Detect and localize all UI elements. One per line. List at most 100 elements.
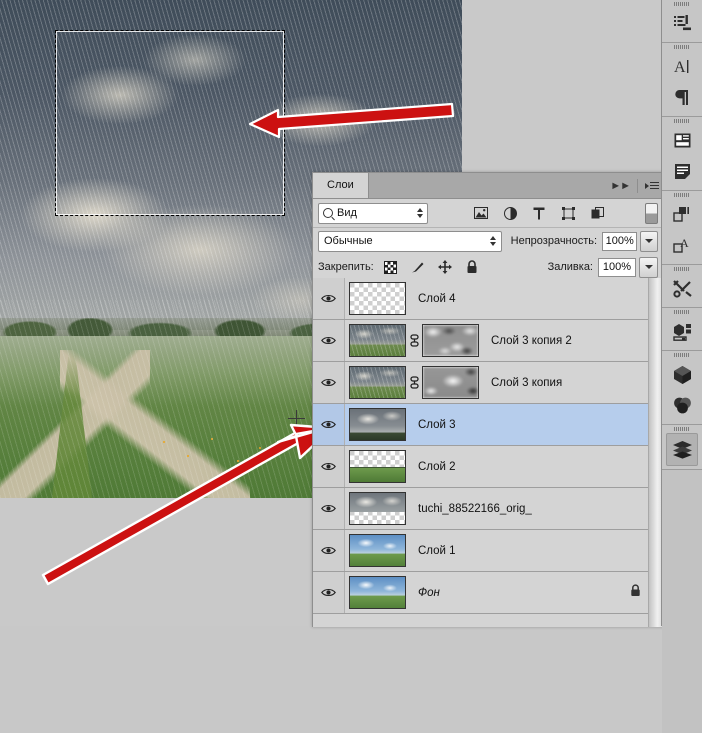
chevron-updown-icon[interactable]: [489, 236, 496, 246]
layer-thumbnails[interactable]: [349, 576, 406, 609]
layer-visibility-toggle[interactable]: [313, 530, 345, 571]
lock-all-icon[interactable]: [465, 260, 479, 274]
layer-row[interactable]: Слой 2: [313, 446, 663, 488]
dock-grip[interactable]: [662, 425, 702, 433]
filter-type-select[interactable]: Вид: [318, 202, 428, 224]
opacity-value[interactable]: 100%: [602, 231, 638, 251]
layer-thumbnails[interactable]: [349, 492, 406, 525]
histogram-icon[interactable]: [662, 8, 702, 39]
layer-list[interactable]: Слой 4 Слой 3 копия 2 Слой 3 копия Слой …: [313, 278, 663, 627]
tab-layers[interactable]: Слои: [313, 173, 369, 198]
layer-visibility-toggle[interactable]: [313, 278, 345, 319]
svg-text:A: A: [674, 59, 686, 76]
lock-position-icon[interactable]: [437, 260, 452, 274]
layer-thumbnails[interactable]: [349, 282, 406, 315]
shape-filter-icon[interactable]: [561, 206, 575, 220]
tool-presets-icon[interactable]: [662, 273, 702, 304]
layer-mask-thumbnail[interactable]: [422, 324, 479, 357]
layers-icon[interactable]: [666, 433, 698, 466]
notes-icon[interactable]: [662, 156, 702, 187]
double-arrow-right-icon[interactable]: ►►: [610, 180, 631, 192]
channels-icon[interactable]: [662, 390, 702, 421]
image-filter-icon[interactable]: [474, 206, 488, 220]
layer-thumbnail[interactable]: [349, 324, 406, 357]
layer-visibility-toggle[interactable]: [313, 320, 345, 361]
3d-icon[interactable]: [662, 316, 702, 347]
opacity-label: Непрозрачность:: [510, 235, 598, 247]
layer-name[interactable]: Фон: [418, 587, 440, 599]
panel-menu-icon[interactable]: [645, 182, 659, 189]
eye-icon: [321, 588, 336, 597]
layer-thumbnail[interactable]: [349, 492, 406, 525]
layer-row[interactable]: Слой 4: [313, 278, 663, 320]
panel-tab-tools: ►►: [610, 173, 659, 198]
layers-panel[interactable]: Слои ►► Вид Обычные Непрозрачность: 100%…: [312, 172, 664, 627]
layer-row[interactable]: Фон: [313, 572, 663, 614]
blend-mode-select[interactable]: Обычные: [318, 230, 502, 252]
blend-mode-row: Обычные Непрозрачность: 100%: [313, 228, 663, 254]
layer-name[interactable]: Слой 2: [418, 461, 456, 473]
dock-grip[interactable]: [662, 0, 702, 8]
layer-thumbnail[interactable]: [349, 576, 406, 609]
layer-thumbnail[interactable]: [349, 450, 406, 483]
layer-thumbnail[interactable]: [349, 534, 406, 567]
type-filter-icon[interactable]: [532, 206, 546, 220]
layer-thumbnails[interactable]: [349, 408, 406, 441]
layer-mask-link-icon[interactable]: [406, 334, 422, 347]
layer-thumbnails[interactable]: [349, 324, 479, 357]
layer-visibility-toggle[interactable]: [313, 446, 345, 487]
layer-mask-thumbnail[interactable]: [422, 366, 479, 399]
eye-icon: [321, 546, 336, 555]
layer-name[interactable]: Слой 3: [418, 419, 456, 431]
styles-icon[interactable]: [662, 125, 702, 156]
layer-visibility-toggle[interactable]: [313, 404, 345, 445]
fill-dropdown-button[interactable]: [639, 256, 658, 278]
dock-grip[interactable]: [662, 43, 702, 51]
layer-thumbnails[interactable]: [349, 534, 406, 567]
dock-grip[interactable]: [662, 351, 702, 359]
paragraph-styles-icon[interactable]: A: [662, 230, 702, 261]
lock-transparency-icon[interactable]: [384, 260, 398, 274]
layer-row[interactable]: Слой 1: [313, 530, 663, 572]
layer-thumbnails[interactable]: [349, 366, 479, 399]
adjustment-filter-icon[interactable]: [503, 206, 517, 220]
layer-row[interactable]: tuchi_88522166_orig_: [313, 488, 663, 530]
lock-image-icon[interactable]: [411, 260, 425, 274]
chevron-updown-icon[interactable]: [417, 208, 423, 218]
paragraph-icon[interactable]: [662, 82, 702, 113]
fill-value[interactable]: 100%: [598, 257, 636, 277]
layer-name[interactable]: Слой 3 копия 2: [491, 335, 572, 347]
divider: [637, 178, 638, 193]
layer-name[interactable]: Слой 3 копия: [491, 377, 562, 389]
layer-mask-link-icon[interactable]: [406, 376, 422, 389]
layer-row-selected[interactable]: Слой 3: [313, 404, 663, 446]
svg-text:A: A: [680, 236, 689, 250]
layer-thumbnail[interactable]: [349, 408, 406, 441]
character-icon[interactable]: A: [662, 51, 702, 82]
magnifier-icon: [323, 208, 333, 218]
dock-grip[interactable]: [662, 191, 702, 199]
right-dock[interactable]: A A: [661, 0, 702, 733]
filter-enable-toggle[interactable]: [645, 202, 658, 224]
dock-grip[interactable]: [662, 308, 702, 316]
layer-thumbnail[interactable]: [349, 282, 406, 315]
layer-row[interactable]: Слой 3 копия 2: [313, 320, 663, 362]
opacity-dropdown-button[interactable]: [640, 230, 658, 252]
layer-thumbnail[interactable]: [349, 366, 406, 399]
layer-visibility-toggle[interactable]: [313, 572, 345, 613]
smart-object-filter-icon[interactable]: [590, 206, 604, 220]
lock-icon-group: [384, 260, 479, 274]
filter-icon-group: [474, 206, 604, 220]
layer-comps-icon[interactable]: [662, 199, 702, 230]
layer-visibility-toggle[interactable]: [313, 362, 345, 403]
layer-visibility-toggle[interactable]: [313, 488, 345, 529]
layer-name[interactable]: tuchi_88522166_orig_: [418, 503, 532, 515]
dock-grip[interactable]: [662, 117, 702, 125]
layer-thumbnails[interactable]: [349, 450, 406, 483]
layer-row[interactable]: Слой 3 копия: [313, 362, 663, 404]
selection-marquee[interactable]: [55, 30, 285, 216]
layer-name[interactable]: Слой 1: [418, 545, 456, 557]
dock-grip[interactable]: [662, 265, 702, 273]
layer-name[interactable]: Слой 4: [418, 293, 456, 305]
3d-cube-icon[interactable]: [662, 359, 702, 390]
